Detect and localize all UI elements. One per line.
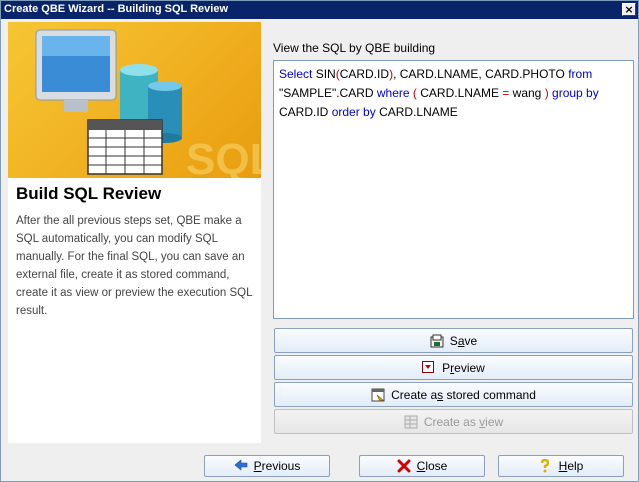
banner-sql-watermark: SQL	[186, 135, 261, 178]
previous-label: Previous	[253, 459, 301, 473]
left-info-panel: SQL	[8, 22, 261, 443]
window-title: Create QBE Wizard -- Building SQL Review	[4, 3, 229, 15]
table-grid-icon	[87, 119, 163, 175]
arrow-left-icon	[234, 459, 247, 471]
wizard-window: Create QBE Wizard -- Building SQL Review…	[0, 0, 639, 482]
sql-column: CARD.ID	[339, 67, 390, 81]
step-description: After the all previous steps set, QBE ma…	[16, 215, 253, 317]
sql-paren: (	[412, 86, 417, 100]
save-icon	[430, 334, 444, 347]
sql-keyword-select: Select	[279, 67, 313, 81]
close-button[interactable]: Close	[359, 455, 485, 477]
sql-operator: =	[502, 86, 510, 100]
help-button[interactable]: Help	[498, 455, 624, 477]
help-question-icon	[540, 459, 549, 473]
create-stored-command-button[interactable]: Create as stored command	[274, 382, 633, 407]
sql-paren: )	[544, 86, 549, 100]
sql-column: CARD.LNAME	[420, 86, 499, 100]
title-bar[interactable]: Create QBE Wizard -- Building SQL Review…	[1, 1, 638, 19]
sql-table: "SAMPLE".CARD	[279, 86, 374, 100]
window-close-button[interactable]: ×	[622, 3, 636, 16]
sql-label: View the SQL by QBE building	[273, 41, 436, 55]
sql-keyword-where: where	[376, 86, 410, 100]
sql-keyword-order-by: order by	[331, 105, 376, 119]
step-heading: Build SQL Review	[16, 184, 162, 203]
preview-icon	[422, 360, 435, 373]
sql-keyword-group-by: group by	[552, 86, 599, 100]
sql-column: CARD.ID	[279, 105, 329, 119]
banner-illustration: SQL	[35, 29, 261, 178]
help-label: Help	[558, 459, 584, 473]
close-label: Close	[416, 459, 448, 473]
view-icon	[404, 415, 418, 428]
preview-label: Preview	[442, 360, 485, 375]
sql-fn-sin: SIN	[315, 67, 336, 81]
sql-editor[interactable]: Select SIN ( CARD.ID) , CARD.LNAME, CARD.PH…	[273, 60, 634, 319]
stored-command-label: Create as stored command	[391, 387, 536, 402]
sql-keyword-from: from	[568, 67, 593, 81]
wizard-banner: SQL	[8, 22, 261, 178]
save-button[interactable]: Save	[274, 328, 633, 353]
preview-button[interactable]: Preview	[274, 355, 633, 380]
stored-command-icon	[371, 388, 385, 401]
sql-column: CARD.LNAME	[379, 105, 458, 119]
create-view-button[interactable]: Create as view	[274, 409, 633, 434]
previous-button[interactable]: Previous	[204, 455, 330, 477]
close-x-icon	[397, 459, 411, 473]
sql-columns: , CARD.LNAME, CARD.PHOTO	[393, 67, 565, 81]
sql-value: wang	[512, 86, 542, 100]
save-label: Save	[449, 333, 478, 348]
create-view-label: Create as view	[423, 414, 504, 429]
